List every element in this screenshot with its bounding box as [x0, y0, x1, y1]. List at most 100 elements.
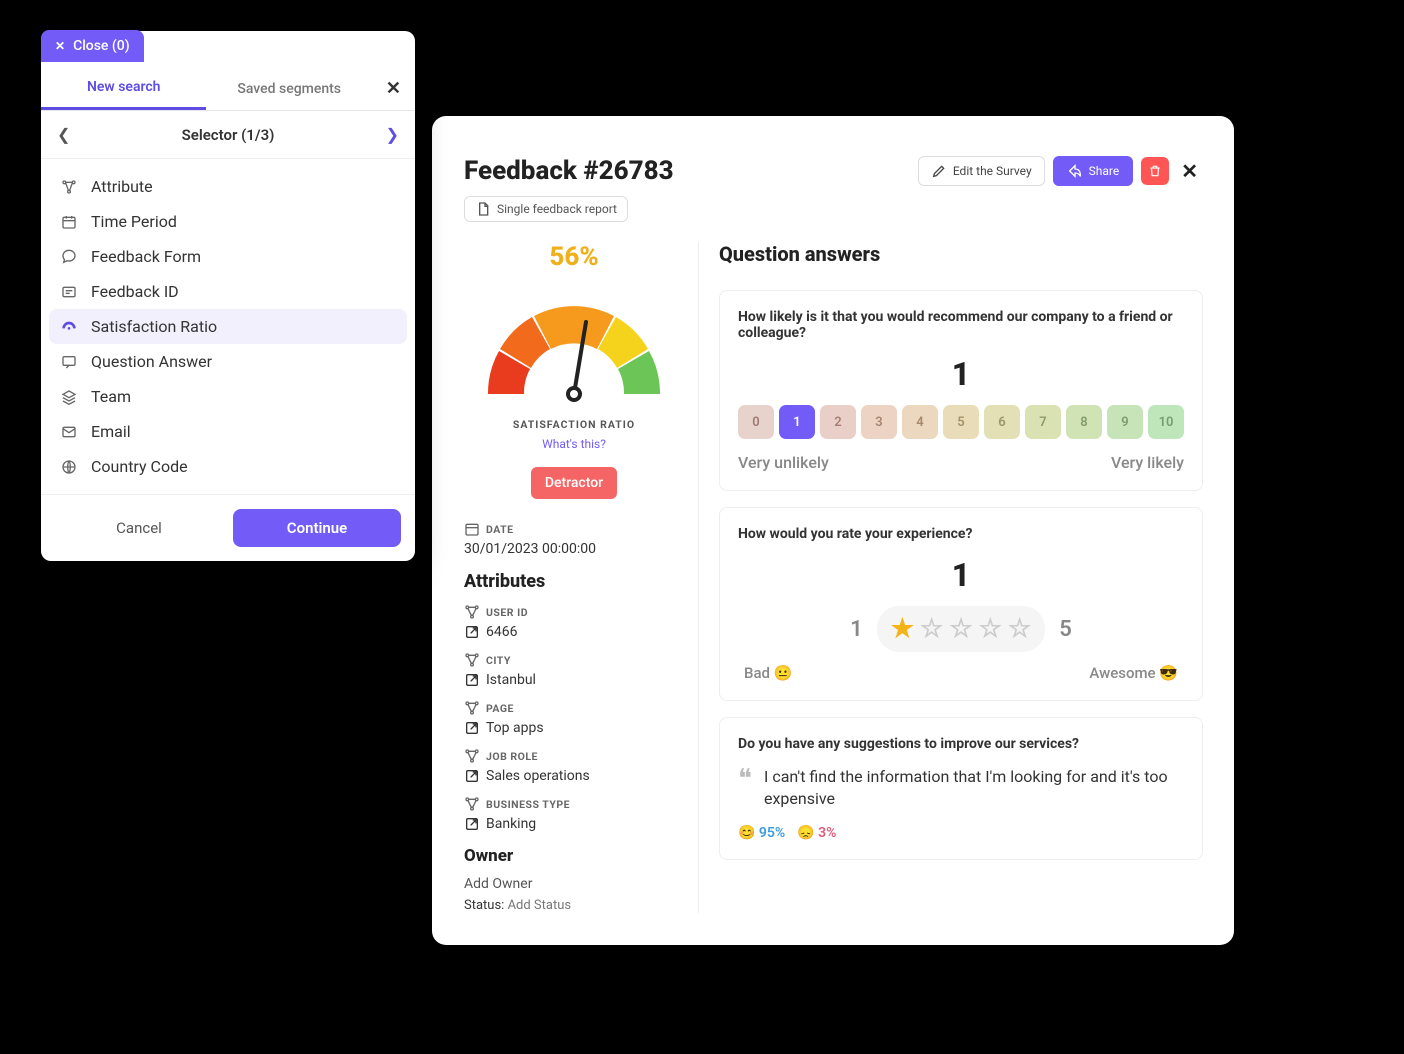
selector-next-icon[interactable]: ❯	[386, 125, 399, 144]
gauge-icon	[61, 319, 79, 335]
attr-page-value: Top apps	[464, 720, 684, 736]
nps-4[interactable]: 4	[902, 405, 938, 439]
layers-icon	[61, 389, 79, 405]
question-rating: How would you rate your experience? 1 1 …	[719, 507, 1203, 701]
nps-6[interactable]: 6	[984, 405, 1020, 439]
sentiment-positive: 😊 95%	[738, 825, 785, 841]
attr-userid-label: USER ID	[464, 604, 684, 620]
nps-7[interactable]: 7	[1025, 405, 1061, 439]
right-column: Question answers How likely is it that y…	[699, 242, 1203, 913]
report-chip: Single feedback report	[464, 196, 628, 222]
selector-prev-icon[interactable]: ❮	[57, 125, 70, 144]
attr-page-label: PAGE	[464, 700, 684, 716]
nps-high: Very likely	[1111, 453, 1184, 472]
attr-biztype-label: BUSINESS TYPE	[464, 796, 684, 812]
close-label: Close (0)	[73, 38, 130, 54]
close-detail-button[interactable]: ✕	[1177, 159, 1202, 183]
detail-panel: Feedback #26783 Single feedback report E…	[432, 116, 1234, 945]
network-icon	[464, 604, 480, 620]
attr-jobrole-value: Sales operations	[464, 768, 684, 784]
star-3[interactable]: ☆	[949, 614, 972, 644]
meta-section: DATE 30/01/2023 00:00:00 Attributes USER…	[464, 521, 684, 913]
star-4[interactable]: ☆	[979, 614, 1002, 644]
link-icon	[464, 768, 480, 784]
edit-survey-button[interactable]: Edit the Survey	[918, 156, 1045, 186]
q3-answer: I can't find the information that I'm lo…	[764, 766, 1184, 811]
panel-footer: Cancel Continue	[41, 494, 415, 561]
add-owner-link[interactable]: Add Owner	[464, 876, 684, 892]
nps-8[interactable]: 8	[1066, 405, 1102, 439]
nps-2[interactable]: 2	[820, 405, 856, 439]
tabs-close-icon[interactable]: ✕	[372, 68, 415, 109]
attr-satisfaction-ratio[interactable]: Satisfaction Ratio	[49, 309, 407, 344]
quote-icon: ❝	[738, 766, 752, 792]
network-icon	[464, 700, 480, 716]
close-icon: ✕	[55, 39, 65, 53]
selector-label: Selector (1/3)	[182, 126, 275, 144]
add-status-link[interactable]: Add Status	[508, 898, 572, 913]
gauge-label: SATISFACTION RATIO	[464, 418, 684, 431]
attr-jobrole-label: JOB ROLE	[464, 748, 684, 764]
nps-5[interactable]: 5	[943, 405, 979, 439]
attr-feedback-id[interactable]: Feedback ID	[49, 274, 407, 309]
search-panel: ✕ Close (0) New search Saved segments ✕ …	[41, 31, 415, 561]
attr-email[interactable]: Email	[49, 414, 407, 449]
network-icon	[61, 179, 79, 195]
attr-time-period[interactable]: Time Period	[49, 204, 407, 239]
link-icon	[464, 720, 480, 736]
attr-feedback-form[interactable]: Feedback Form	[49, 239, 407, 274]
star-2[interactable]: ☆	[920, 614, 943, 644]
tab-new-search[interactable]: New search	[41, 67, 206, 110]
selector-bar: ❮ Selector (1/3) ❯	[41, 111, 415, 159]
gauge-help-link[interactable]: What's this?	[464, 437, 684, 451]
nps-0[interactable]: 0	[738, 405, 774, 439]
attr-team[interactable]: Team	[49, 379, 407, 414]
tabs: New search Saved segments ✕	[41, 67, 415, 111]
gauge-percent: 56%	[464, 242, 684, 272]
share-icon	[1067, 163, 1083, 179]
attr-city-value: Istanbul	[464, 672, 684, 688]
attr-label: Attribute	[91, 177, 153, 196]
attr-label: Team	[91, 387, 131, 406]
gauge-svg	[464, 278, 684, 408]
calendar-icon	[61, 214, 79, 230]
attr-question-answer[interactable]: Question Answer	[49, 344, 407, 379]
attr-attribute[interactable]: Attribute	[49, 169, 407, 204]
date-value: 30/01/2023 00:00:00	[464, 541, 684, 557]
report-chip-label: Single feedback report	[497, 202, 617, 216]
q3-text: Do you have any suggestions to improve o…	[738, 736, 1184, 752]
continue-button[interactable]: Continue	[233, 509, 401, 547]
stars-labels: Bad 😐 Awesome 😎	[738, 664, 1184, 682]
star-1[interactable]: ★	[891, 614, 914, 644]
stars-high: Awesome 😎	[1089, 664, 1178, 682]
nps-3[interactable]: 3	[861, 405, 897, 439]
star-5[interactable]: ☆	[1008, 614, 1031, 644]
network-icon	[464, 652, 480, 668]
stars: ★ ☆ ☆ ☆ ☆	[877, 606, 1046, 652]
status-line: Status: Add Status	[464, 898, 684, 913]
attr-label: Feedback ID	[91, 282, 179, 301]
q2-value: 1	[738, 556, 1184, 594]
stars-max: 5	[1059, 617, 1072, 642]
trash-icon	[1148, 164, 1162, 178]
q2-text: How would you rate your experience?	[738, 526, 1184, 542]
nps-10[interactable]: 10	[1148, 405, 1184, 439]
question-nps: How likely is it that you would recommen…	[719, 290, 1203, 491]
date-label: DATE	[464, 521, 684, 537]
suggestion-row: ❝ I can't find the information that I'm …	[738, 766, 1184, 811]
tab-saved-segments[interactable]: Saved segments	[206, 69, 371, 109]
cancel-button[interactable]: Cancel	[55, 509, 223, 547]
nps-9[interactable]: 9	[1107, 405, 1143, 439]
delete-button[interactable]	[1141, 157, 1169, 185]
nps-1[interactable]: 1	[779, 405, 815, 439]
attr-country-code[interactable]: Country Code	[49, 449, 407, 484]
detractor-badge: Detractor	[531, 467, 617, 499]
nps-labels: Very unlikely Very likely	[738, 453, 1184, 472]
q1-text: How likely is it that you would recommen…	[738, 309, 1184, 341]
nps-scale: 0 1 2 3 4 5 6 7 8 9 10	[738, 405, 1184, 439]
link-icon	[464, 624, 480, 640]
close-button[interactable]: ✕ Close (0)	[41, 30, 144, 62]
pencil-icon	[931, 163, 947, 179]
share-button[interactable]: Share	[1053, 156, 1134, 186]
gauge-chart: 56% SATISFACTION RATIO What's this? Detr…	[464, 242, 684, 499]
